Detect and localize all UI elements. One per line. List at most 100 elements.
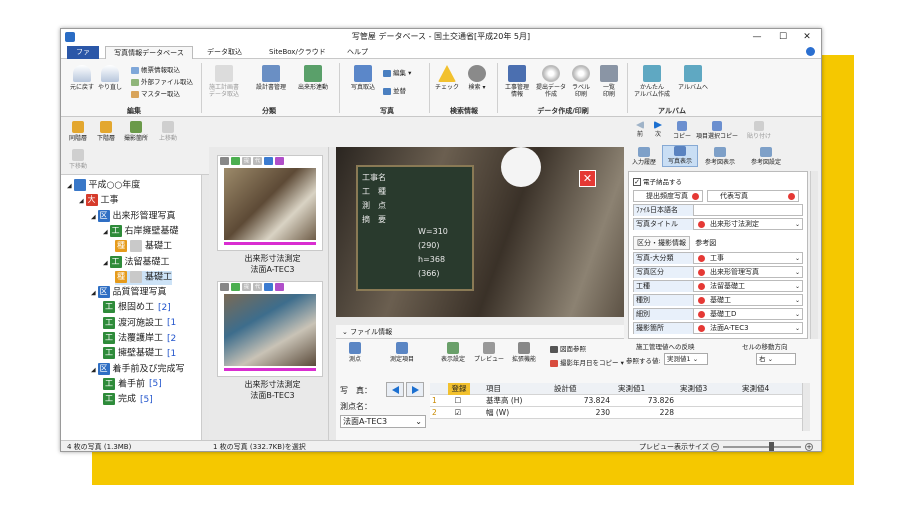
maximize-button[interactable]: ☐ bbox=[771, 29, 795, 45]
to-album-button[interactable]: アルバムへ bbox=[675, 65, 711, 91]
prev-photo-button[interactable] bbox=[386, 382, 404, 397]
help-icon[interactable] bbox=[806, 47, 815, 56]
tab-category-info[interactable]: 区分・撮影情報 bbox=[633, 236, 690, 250]
file-info-toggle[interactable]: ⌄ ファイル情報 bbox=[336, 325, 641, 339]
submit-freq-checkbox[interactable]: 提出頻度写真 bbox=[633, 190, 703, 202]
tree-node[interactable]: 工着手前 [5] bbox=[103, 377, 162, 392]
tab-photo-db[interactable]: 写真情報データベース bbox=[105, 46, 193, 59]
point-button[interactable]: 測点 bbox=[344, 342, 366, 363]
tab-sitebox[interactable]: SiteBox/クラウド bbox=[263, 46, 332, 59]
tab-ref-view[interactable]: 参考図表示 bbox=[700, 147, 740, 166]
checkbox-empty-icon[interactable]: ☐ bbox=[452, 395, 464, 407]
tab-ref-settings[interactable]: 参考図設定 bbox=[744, 147, 788, 166]
sort-button[interactable]: 並替 bbox=[383, 85, 406, 95]
expand-icon[interactable]: ◢ bbox=[91, 290, 98, 297]
checkbox-checked-icon[interactable]: ☑ bbox=[452, 407, 464, 419]
extension-button[interactable]: 拡張機能 bbox=[508, 342, 540, 363]
tab-help[interactable]: ヘルプ bbox=[341, 46, 374, 59]
tab-reference[interactable]: 参考図 bbox=[692, 237, 719, 249]
copy-date-button[interactable]: 撮影年月日をコピー ▾ bbox=[550, 357, 624, 367]
tree-node[interactable]: ◢ 区品質管理写真 bbox=[91, 286, 167, 300]
electronic-delivery-checkbox[interactable]: ✓ 電子納品する bbox=[633, 176, 682, 186]
master-import-button[interactable]: マスター取込 bbox=[131, 88, 180, 98]
representative-photo-checkbox[interactable]: 代表写真 bbox=[707, 190, 799, 202]
output-form-link-button[interactable]: 出来形連動 bbox=[295, 65, 331, 91]
tree-node[interactable]: ◢ 工右岸擁壁基礎 bbox=[103, 224, 179, 239]
thumb-scrollbar[interactable] bbox=[328, 147, 336, 440]
tree-node[interactable]: 工根固め工 [2] bbox=[103, 301, 171, 315]
expand-icon[interactable]: ◢ bbox=[67, 183, 74, 190]
property-scrollbar[interactable] bbox=[810, 171, 818, 339]
submit-data-button[interactable]: 提出データ 作成 bbox=[535, 65, 567, 98]
next-button[interactable]: 次 bbox=[650, 121, 666, 138]
category-property-row[interactable]: 撮影箇所 法面A-TEC3 ⌄ bbox=[633, 322, 803, 334]
tree-node[interactable]: 工擁壁基礎工 [1 bbox=[103, 347, 176, 361]
check-button[interactable]: チェック bbox=[433, 65, 461, 91]
table-row[interactable]: 1 ☐ 基準高 (H) 73.824 73.826 bbox=[430, 395, 802, 407]
paste-button[interactable]: 貼り付け bbox=[742, 121, 776, 140]
grid-scrollbar[interactable] bbox=[802, 383, 810, 431]
close-button[interactable]: ✕ bbox=[795, 29, 819, 45]
search-button[interactable]: 検索 ▾ bbox=[463, 65, 491, 91]
category-property-row[interactable]: 写真区分 出来形管理写真 ⌄ bbox=[633, 266, 803, 278]
undo-button[interactable]: 元に戻す bbox=[69, 65, 95, 91]
expand-icon[interactable]: ◢ bbox=[79, 198, 86, 205]
row-design[interactable]: 73.824 bbox=[554, 395, 610, 407]
design-manage-button[interactable]: 設計書管理 bbox=[253, 65, 289, 91]
tree-node[interactable]: 工渡河施設工 [1 bbox=[103, 316, 176, 331]
figure-ref-button[interactable]: 図面参照 bbox=[550, 343, 586, 353]
tree-node[interactable]: 工完成 [5] bbox=[103, 393, 153, 407]
tree-node[interactable]: ◢ 大工事 bbox=[79, 194, 119, 208]
tree-node[interactable]: ◢ 平成○○年度 bbox=[67, 179, 140, 193]
redo-button[interactable]: やり直し bbox=[97, 65, 123, 91]
label-print-button[interactable]: ラベル 印刷 bbox=[567, 65, 595, 98]
ref-value-select[interactable]: 実測値1 ⌄ bbox=[664, 353, 708, 365]
move-down-button[interactable]: 下移動 bbox=[65, 149, 91, 170]
display-settings-button[interactable]: 表示設定 bbox=[436, 342, 470, 363]
row-m1[interactable]: 73.826 bbox=[618, 395, 674, 407]
move-up-button[interactable]: 上移動 bbox=[155, 121, 181, 142]
zoom-out-icon[interactable]: − bbox=[711, 443, 719, 451]
external-file-import-button[interactable]: 外部ファイル取込 bbox=[131, 76, 193, 86]
ledger-import-button[interactable]: 帳票情報取込 bbox=[131, 64, 180, 74]
preview-hscroll[interactable] bbox=[336, 317, 641, 325]
preview-button[interactable]: プレビュー bbox=[474, 342, 504, 363]
row-design[interactable]: 230 bbox=[554, 407, 610, 419]
thumbnail-card[interactable]: 提 代 bbox=[217, 155, 323, 251]
expand-icon[interactable]: ◢ bbox=[103, 259, 110, 266]
prev-button[interactable]: 前 bbox=[632, 121, 648, 138]
item-copy-button[interactable]: 項目選択コピー bbox=[694, 121, 740, 140]
close-preview-icon[interactable]: ✕ bbox=[579, 170, 596, 187]
category-property-row[interactable]: 写真-大分類 工事 ⌄ bbox=[633, 252, 803, 264]
row-m1[interactable]: 228 bbox=[618, 407, 674, 419]
minimize-button[interactable]: — bbox=[745, 29, 769, 45]
measure-item-button[interactable]: 測定項目 bbox=[384, 342, 420, 363]
construction-info-button[interactable]: 工事管理 情報 bbox=[501, 65, 533, 98]
easy-album-button[interactable]: かんたん アルバム作成 bbox=[631, 65, 673, 98]
photo-import-button[interactable]: 写真取込 bbox=[347, 65, 379, 91]
tab-file[interactable]: ファイル bbox=[67, 46, 99, 68]
copy-button[interactable]: コピー bbox=[672, 121, 692, 140]
tree-scrollbar[interactable] bbox=[201, 175, 209, 440]
category-property-row[interactable]: 細別 基礎工D ⌄ bbox=[633, 308, 803, 320]
tree-node[interactable]: 工法覆護岸工 [2 bbox=[103, 332, 176, 346]
tree-node[interactable]: ◢ 区着手前及び完成写 bbox=[91, 362, 185, 377]
tree-node[interactable]: 種 基礎工 bbox=[115, 270, 173, 285]
zoom-slider[interactable] bbox=[723, 446, 801, 448]
move-dir-select[interactable]: 右 ⌄ bbox=[756, 353, 796, 365]
tree-node[interactable]: ◢ 区出来形管理写真 bbox=[91, 209, 176, 224]
category-property-row[interactable]: 種別 基礎工 ⌄ bbox=[633, 294, 803, 306]
zoom-slider-thumb[interactable] bbox=[769, 442, 774, 451]
table-row[interactable]: 2 ☑ 幅 (W) 230 228 bbox=[430, 407, 802, 419]
list-print-button[interactable]: 一覧 印刷 bbox=[595, 65, 623, 98]
expand-icon[interactable]: ◢ bbox=[103, 228, 110, 235]
expand-icon[interactable]: ◢ bbox=[91, 366, 98, 373]
edit-button[interactable]: 編集 ▾ bbox=[383, 67, 411, 77]
lower-level-button[interactable]: 下階層 bbox=[93, 121, 119, 142]
thumbnail-card[interactable]: 提 代 bbox=[217, 281, 323, 377]
tab-input-history[interactable]: 入力履歴 bbox=[628, 147, 660, 166]
jp-filename-field[interactable]: ﾌｧｲﾙ日本語名 bbox=[633, 204, 803, 216]
tree-node[interactable]: 種 基礎工 bbox=[115, 240, 172, 254]
photo-title-field[interactable]: 写真タイトル 出来形寸法測定 ⌄ bbox=[633, 218, 803, 230]
zoom-in-icon[interactable]: + bbox=[805, 443, 813, 451]
